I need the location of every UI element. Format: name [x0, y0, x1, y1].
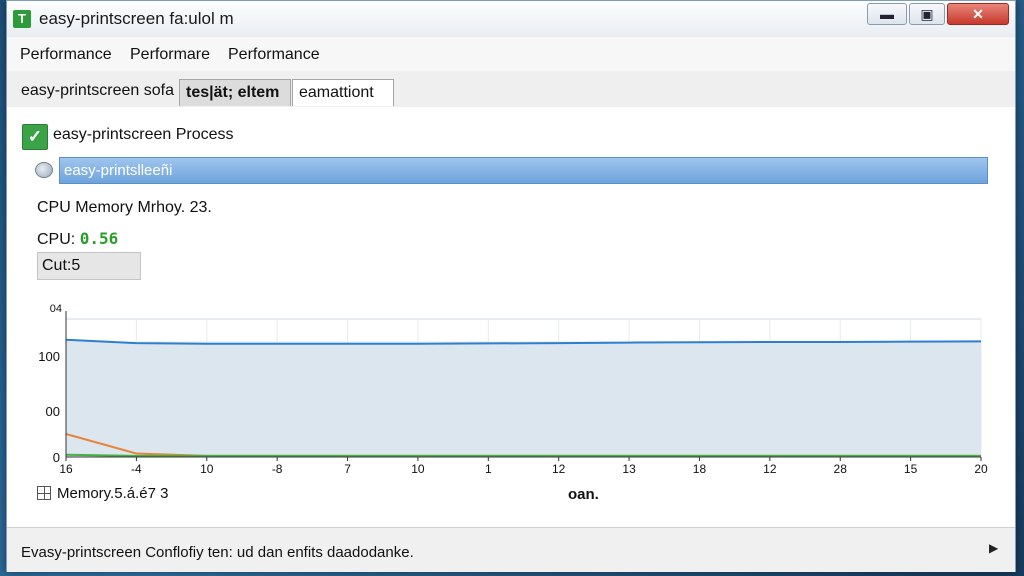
y-tick-label: 100 — [38, 349, 60, 364]
window-title: easy-printscreen fa:ulol m — [39, 9, 234, 28]
cut-field[interactable]: Cut:5 — [37, 252, 141, 280]
main-window: T easy-printscreen fa:ulol m ▬ ▣ ✕ Perfo… — [6, 0, 1016, 572]
x-tick-label: 13 — [622, 462, 636, 476]
x-tick-label: 10 — [200, 462, 214, 476]
performance-graph: 0 00 100 04 16 -4 10 -8 7 10 1 12 13 18 12 28 15 20 — [7, 297, 1015, 497]
status-bar: Evasy-printscreen Conflofiy ten: ud dan … — [7, 527, 1015, 572]
cpu-value: 0.56 — [79, 229, 119, 248]
expand-icon[interactable] — [37, 486, 51, 500]
tab-bar-label: easy-printscreen sofa — [21, 82, 174, 99]
x-tick-label: 12 — [763, 462, 777, 476]
x-tick-label: -4 — [131, 462, 142, 476]
check-icon: ✓ — [22, 124, 48, 150]
x-tick-label: 7 — [344, 462, 351, 476]
close-button[interactable]: ✕ — [947, 3, 1009, 25]
selected-process-row[interactable]: easy-printslleeñi — [59, 157, 988, 184]
x-tick-label: 16 — [59, 462, 73, 476]
selected-process-label: easy-printslleeñi — [64, 162, 173, 179]
y-tick-label: 00 — [46, 404, 60, 419]
maximize-button[interactable]: ▣ — [909, 3, 945, 25]
menu-bar: Performance Performare Performance — [7, 37, 1015, 72]
tab-bar: easy-printscreen sofa tes|ät; eltem eama… — [7, 71, 1015, 108]
y-axis-corner-label: 04 — [50, 303, 62, 315]
tab-test-item[interactable]: tes|ät; eltem — [179, 79, 291, 106]
memory-legend: Memory.5.á.é7 3 — [37, 485, 168, 502]
menu-item-performance-3[interactable]: Performance — [228, 46, 320, 64]
status-text: Evasy-printscreen Conflofiy ten: ud dan … — [21, 544, 414, 561]
app-icon: T — [13, 10, 31, 28]
title-bar[interactable]: T easy-printscreen fa:ulol m ▬ ▣ ✕ — [7, 1, 1015, 38]
unit-label: oan. — [568, 486, 599, 503]
x-tick-label: -8 — [272, 462, 283, 476]
memory-line: CPU Memory Mrhoy. 23. — [37, 199, 212, 216]
tab-information[interactable]: eamattiont — [292, 79, 394, 106]
memory-legend-label: Memory.5.á.é7 3 — [57, 485, 169, 502]
x-tick-label: 15 — [904, 462, 918, 476]
series-line-2 — [65, 453, 981, 457]
process-icon — [35, 162, 53, 178]
arrow-right-icon[interactable]: ▶ — [989, 541, 998, 555]
minimize-button[interactable]: ▬ — [867, 3, 907, 25]
performance-chart: 0001000416 -4 10 -8 7 10 1 12 13 18 12 28 15 20 — [38, 303, 988, 476]
menu-item-performance-1[interactable]: Performance — [20, 46, 112, 64]
x-tick-label: 18 — [693, 462, 707, 476]
x-tick-label: 28 — [834, 462, 848, 476]
x-tick-label: 20 — [974, 462, 988, 476]
cpu-label: CPU: — [37, 231, 76, 248]
memory-area — [66, 339, 981, 457]
menu-item-performance-2[interactable]: Performare — [130, 46, 210, 64]
cpu-line: CPU: 0.56 — [37, 229, 118, 249]
performance-panel: ✓ easy-printscreen Process easy-printsll… — [7, 107, 1015, 527]
x-tick-label: 1 — [485, 462, 492, 476]
x-tick-label: 12 — [552, 462, 566, 476]
process-title: easy-printscreen Process — [53, 126, 234, 143]
x-tick-label: 10 — [411, 462, 425, 476]
